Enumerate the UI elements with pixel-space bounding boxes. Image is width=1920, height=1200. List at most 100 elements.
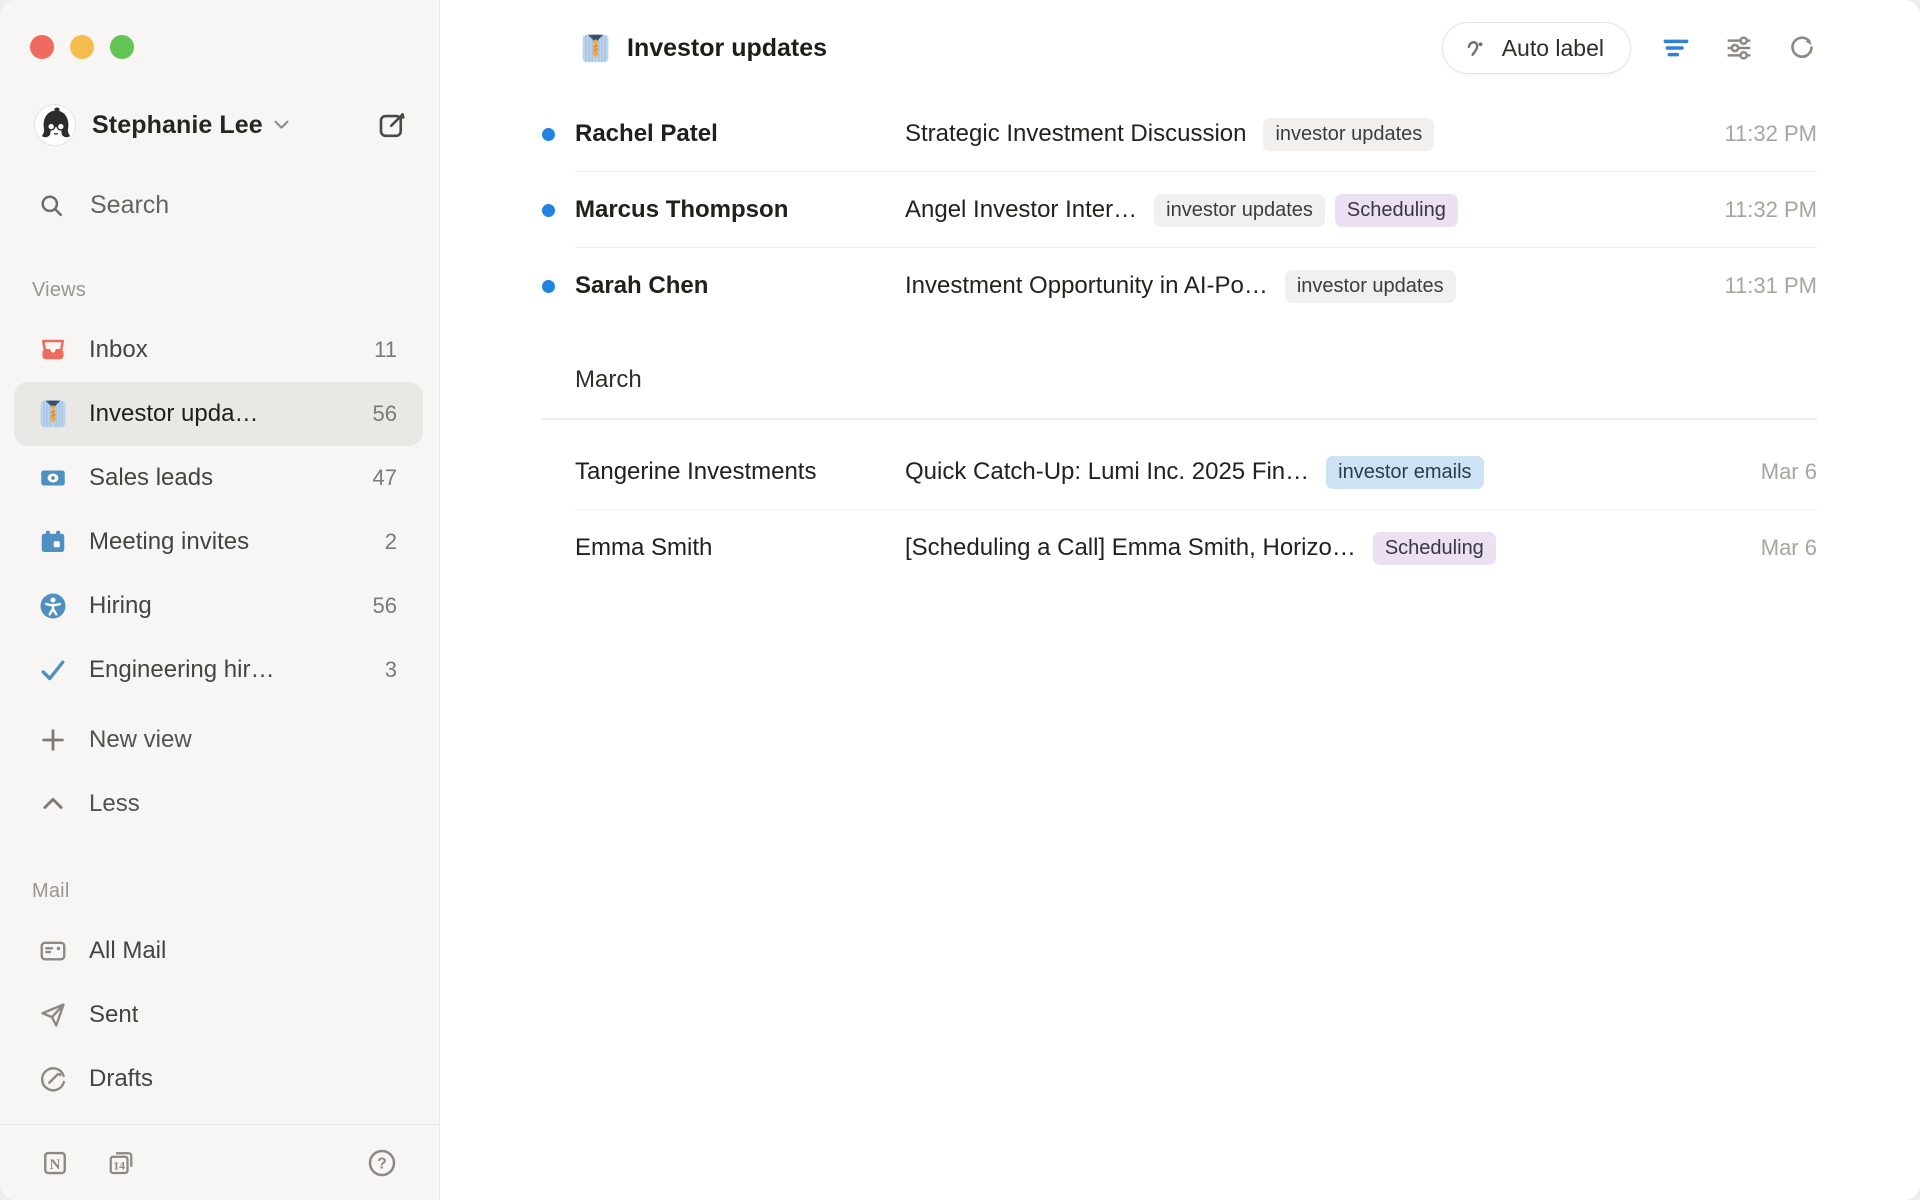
tag-investor-updates[interactable]: investor updates: [1154, 194, 1325, 227]
email-row-tangerine-investments[interactable]: Tangerine Investments Quick Catch-Up: Lu…: [542, 434, 1817, 510]
sidebar: Stephanie Lee Search Views Inbox 11 Inve…: [0, 0, 440, 1200]
email-group-header: March: [542, 324, 1817, 420]
filter-button[interactable]: [1658, 30, 1694, 66]
email-sender: Marcus Thompson: [575, 196, 905, 224]
email-time: 11:31 PM: [1704, 273, 1817, 299]
unread-dot: [542, 128, 555, 141]
sidebar-action-less[interactable]: Less: [14, 772, 423, 836]
email-time: 11:32 PM: [1704, 121, 1817, 147]
email-row-rachel-patel[interactable]: Rachel Patel Strategic Investment Discus…: [542, 96, 1817, 172]
email-time: 11:32 PM: [1704, 197, 1817, 223]
unread-dot: [542, 280, 555, 293]
email-tags: Scheduling: [1373, 532, 1496, 565]
sidebar-item-sales-leads[interactable]: Sales leads 47: [14, 446, 423, 510]
sidebar-item-count: 47: [373, 465, 397, 491]
tag-investor-emails[interactable]: investor emails: [1326, 456, 1483, 489]
inbox-icon: [38, 335, 68, 365]
avatar: [34, 104, 76, 146]
sent-icon: [38, 1000, 68, 1030]
mail-list: All Mail Sent Drafts: [0, 919, 439, 1111]
tag-investor-updates[interactable]: investor updates: [1285, 270, 1456, 303]
email-subject: Angel Investor Inter…: [905, 196, 1137, 224]
refresh-button[interactable]: [1784, 30, 1820, 66]
chevron-up-icon: [38, 789, 68, 819]
sidebar-item-count: 2: [385, 529, 397, 555]
window-controls: [0, 0, 439, 59]
all-mail-icon: [38, 936, 68, 966]
email-row-marcus-thompson[interactable]: Marcus Thompson Angel Investor Inter… in…: [542, 172, 1817, 248]
email-list: Rachel Patel Strategic Investment Discus…: [542, 96, 1817, 586]
sidebar-item-label: Inbox: [89, 336, 148, 364]
email-sender: Emma Smith: [575, 534, 905, 562]
email-row-sarah-chen[interactable]: Sarah Chen Investment Opportunity in AI-…: [542, 248, 1817, 324]
sidebar-item-investor-upda[interactable]: Investor upda… 56: [14, 382, 423, 446]
notion-app-icon[interactable]: [40, 1148, 70, 1178]
sidebar-item-hiring[interactable]: Hiring 56: [14, 574, 423, 638]
email-sender: Rachel Patel: [575, 120, 905, 148]
auto-label-button[interactable]: Auto label: [1442, 22, 1631, 74]
plus-icon: [38, 725, 68, 755]
sidebar-item-meeting-invites[interactable]: Meeting invites 2: [14, 510, 423, 574]
search-label: Search: [90, 191, 169, 220]
compose-button[interactable]: [375, 108, 409, 142]
sidebar-item-inbox[interactable]: Inbox 11: [14, 318, 423, 382]
banknote-icon: [38, 463, 68, 493]
sidebar-item-all-mail[interactable]: All Mail: [14, 919, 423, 983]
email-time: Mar 6: [1741, 459, 1817, 485]
email-tags: investor emails: [1326, 456, 1483, 489]
toolbar: Auto label: [1442, 22, 1820, 74]
email-group-rows: Rachel Patel Strategic Investment Discus…: [542, 96, 1817, 324]
sidebar-item-label: Sales leads: [89, 464, 213, 492]
sidebar-item-sent[interactable]: Sent: [14, 983, 423, 1047]
minimize-window-button[interactable]: [70, 35, 94, 59]
necktie-icon: [38, 399, 68, 429]
email-subject: Investment Opportunity in AI-Po…: [905, 272, 1268, 300]
sidebar-item-count: 56: [373, 593, 397, 619]
notion-mail-window: Stephanie Lee Search Views Inbox 11 Inve…: [0, 0, 1920, 1200]
email-tags: investor updates: [1263, 118, 1434, 151]
tag-scheduling[interactable]: Scheduling: [1373, 532, 1496, 565]
sidebar-item-label: Meeting invites: [89, 528, 249, 556]
zoom-window-button[interactable]: [110, 35, 134, 59]
mail-section-label: Mail: [32, 880, 439, 903]
sidebar-item-count: 56: [373, 401, 397, 427]
search-icon: [38, 192, 65, 219]
help-button[interactable]: [367, 1148, 397, 1178]
close-window-button[interactable]: [30, 35, 54, 59]
check-icon: [38, 655, 68, 685]
views-actions: New view Less: [0, 708, 439, 836]
calendar-icon: [38, 527, 68, 557]
tag-scheduling[interactable]: Scheduling: [1335, 194, 1458, 227]
view-title: Investor updates: [627, 34, 827, 63]
email-group-rows: Tangerine Investments Quick Catch-Up: Lu…: [542, 420, 1817, 586]
sidebar-action-new-view[interactable]: New view: [14, 708, 423, 772]
sidebar-item-label: Less: [89, 790, 140, 818]
sidebar-item-label: Investor upda…: [89, 400, 258, 428]
email-subject: [Scheduling a Call] Emma Smith, Horizo…: [905, 534, 1356, 562]
sidebar-item-engineering-hir[interactable]: Engineering hir… 3: [14, 638, 423, 702]
sidebar-item-count: 11: [374, 337, 397, 363]
email-row-emma-smith[interactable]: Emma Smith [Scheduling a Call] Emma Smit…: [542, 510, 1817, 586]
drafts-icon: [38, 1064, 68, 1094]
necktie-emoji-icon: [580, 33, 611, 64]
accessibility-icon: [38, 591, 68, 621]
email-subject: Quick Catch-Up: Lumi Inc. 2025 Fin…: [905, 458, 1309, 486]
email-tags: investor updates: [1285, 270, 1456, 303]
notion-calendar-app-icon[interactable]: [106, 1148, 136, 1178]
tag-investor-updates[interactable]: investor updates: [1263, 118, 1434, 151]
unread-dot: [542, 204, 555, 217]
chevron-down-icon: [274, 120, 289, 130]
sidebar-item-drafts[interactable]: Drafts: [14, 1047, 423, 1111]
display-options-button[interactable]: [1721, 30, 1757, 66]
search-button[interactable]: Search: [38, 185, 409, 225]
sidebar-item-label: Drafts: [89, 1065, 153, 1093]
email-subject: Strategic Investment Discussion: [905, 120, 1246, 148]
email-time: Mar 6: [1741, 535, 1817, 561]
views-list: Inbox 11 Investor upda… 56 Sales leads 4…: [0, 318, 439, 702]
email-sender: Sarah Chen: [575, 272, 905, 300]
sidebar-footer: [0, 1124, 439, 1200]
user-name: Stephanie Lee: [92, 111, 263, 140]
email-sender: Tangerine Investments: [575, 458, 905, 486]
email-group-title: March: [575, 366, 642, 394]
account-switcher[interactable]: Stephanie Lee: [34, 103, 409, 147]
